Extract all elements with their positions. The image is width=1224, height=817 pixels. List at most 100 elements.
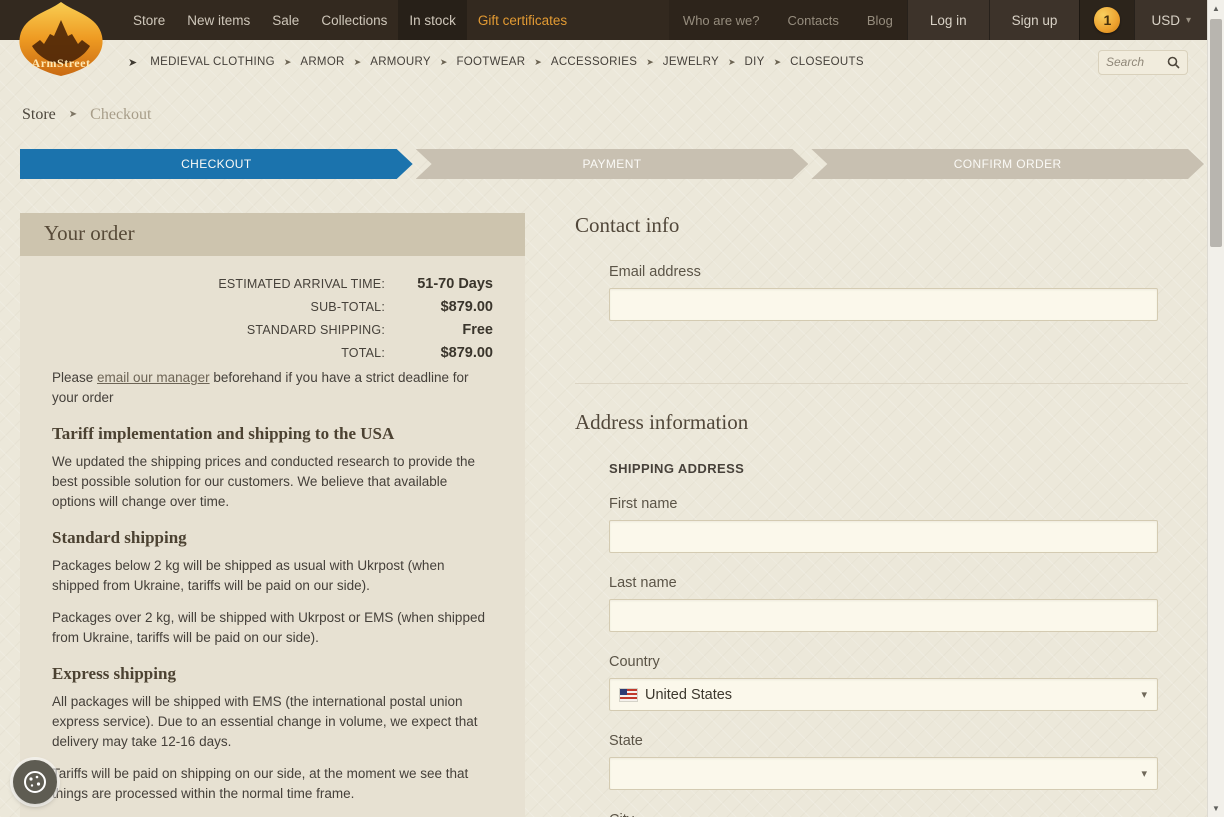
vertical-scrollbar: ▲ ▼	[1207, 0, 1224, 817]
nav-sale[interactable]: Sale	[261, 0, 310, 40]
cat-footwear[interactable]: FOOTWEAR	[452, 56, 529, 68]
checkout-form: Contact info Email address Address infor…	[575, 213, 1188, 817]
nav-in-stock[interactable]: In stock	[398, 0, 467, 40]
summary-value: 51-70 Days	[417, 276, 493, 292]
first-name-field-group: First name	[609, 496, 1158, 553]
nav-arrow-icon: ➤	[728, 56, 736, 67]
checkout-progress-steps: CHECKOUT PAYMENT CONFIRM ORDER	[20, 149, 1204, 179]
first-name-field[interactable]	[609, 520, 1158, 553]
us-flag-icon	[620, 688, 637, 701]
summary-value: Free	[462, 322, 493, 338]
first-name-label: First name	[609, 496, 678, 512]
city-field-group: City	[609, 812, 1158, 817]
nav-arrow-icon: ➤	[646, 56, 654, 67]
cart-count-badge: 1	[1094, 7, 1121, 33]
armstreet-flame-icon: ArmStreet	[19, 2, 103, 76]
tariff-section-heading: Tariff implementation and shipping to th…	[52, 424, 395, 443]
checkout-page: ArmStreet Store New items Sale Collectio…	[0, 0, 1224, 817]
country-field-group: Country United States ▾	[609, 654, 1158, 711]
address-info-title: Address information	[575, 410, 749, 434]
nav-arrow-icon: ➤	[534, 56, 542, 67]
email-label: Email address	[609, 264, 701, 280]
last-name-field[interactable]	[609, 599, 1158, 632]
order-panel-body: ESTIMATED ARRIVAL TIME: 51-70 Days SUB-T…	[20, 256, 525, 817]
email-field[interactable]	[609, 288, 1158, 321]
last-name-field-group: Last name	[609, 575, 1158, 632]
main-content: Your order ESTIMATED ARRIVAL TIME: 51-70…	[0, 179, 1224, 817]
scrollbar-thumb[interactable]	[1210, 19, 1222, 247]
contact-info-section: Contact info Email address	[575, 213, 1188, 384]
breadcrumb-store[interactable]: Store	[22, 106, 56, 123]
currency-selector[interactable]: USD ▾	[1134, 0, 1207, 40]
nav-blog[interactable]: Blog	[853, 0, 907, 40]
summary-label: ESTIMATED ARRIVAL TIME:	[218, 277, 385, 291]
breadcrumb: Store ➤ Checkout	[22, 106, 1224, 124]
state-field-group: State ▾	[609, 733, 1158, 790]
note-text: Please	[52, 370, 94, 385]
chevron-down-icon: ▾	[1141, 768, 1147, 780]
nav-arrow-icon: ➤	[128, 56, 138, 69]
category-nav: ➤ MEDIEVAL CLOTHING ➤ ARMOR ➤ ARMOURY ➤ …	[128, 42, 1188, 82]
scroll-up-button[interactable]: ▲	[1208, 0, 1224, 17]
tariff-paragraph: We updated the shipping prices and condu…	[52, 454, 476, 509]
cat-closeouts[interactable]: CLOSEOUTS	[786, 56, 868, 68]
summary-row-subtotal: SUB-TOTAL: $879.00	[52, 299, 493, 315]
express-shipping-paragraph: Tariffs will be paid on shipping on our …	[52, 766, 469, 801]
nav-arrow-icon: ➤	[773, 56, 782, 67]
standard-shipping-paragraph: Packages over 2 kg, will be shipped with…	[52, 610, 485, 645]
currency-label: USD	[1151, 12, 1180, 28]
step-checkout[interactable]: CHECKOUT	[20, 149, 413, 179]
summary-row-total: TOTAL: $879.00	[52, 345, 493, 361]
top-nav: Store New items Sale Collections In stoc…	[122, 0, 578, 40]
email-manager-link[interactable]: email our manager	[97, 370, 210, 385]
nav-gift-certificates[interactable]: Gift certificates	[467, 0, 578, 40]
breadcrumb-current: Checkout	[90, 106, 152, 123]
summary-value: $879.00	[440, 299, 493, 315]
breadcrumb-arrow-icon: ➤	[68, 109, 78, 120]
step-confirm-order[interactable]: CONFIRM ORDER	[811, 149, 1204, 179]
contact-info-title: Contact info	[575, 213, 680, 237]
state-select[interactable]: ▾	[609, 757, 1158, 790]
search-input[interactable]	[1106, 55, 1164, 69]
cat-jewelry[interactable]: JEWELRY	[659, 56, 723, 68]
search-box	[1098, 49, 1188, 75]
country-value: United States	[645, 686, 733, 703]
standard-shipping-heading: Standard shipping	[52, 528, 187, 547]
cookie-settings-button[interactable]	[13, 760, 57, 804]
chevron-down-icon: ▾	[1141, 689, 1147, 701]
cat-medieval-clothing[interactable]: MEDIEVAL CLOTHING	[146, 56, 279, 68]
logo-text: ArmStreet	[32, 56, 91, 70]
summary-row-shipping: STANDARD SHIPPING: Free	[52, 322, 493, 338]
order-panel-title: Your order	[20, 213, 525, 256]
search-icon[interactable]	[1167, 56, 1180, 69]
summary-label: STANDARD SHIPPING:	[246, 323, 385, 337]
login-button[interactable]: Log in	[906, 0, 989, 40]
state-label: State	[609, 733, 643, 749]
country-select[interactable]: United States ▾	[609, 678, 1158, 711]
signup-button[interactable]: Sign up	[988, 0, 1080, 40]
summary-value: $879.00	[440, 345, 493, 361]
cat-diy[interactable]: DIY	[741, 56, 769, 68]
nav-arrow-icon: ➤	[353, 56, 362, 67]
summary-row-arrival: ESTIMATED ARRIVAL TIME: 51-70 Days	[52, 276, 493, 292]
nav-contacts[interactable]: Contacts	[774, 0, 853, 40]
step-payment[interactable]: PAYMENT	[416, 149, 809, 179]
cookie-icon	[24, 771, 46, 793]
nav-who-are-we[interactable]: Who are we?	[669, 0, 774, 40]
email-field-group: Email address	[609, 264, 1158, 321]
nav-collections[interactable]: Collections	[310, 0, 398, 40]
nav-new-items[interactable]: New items	[176, 0, 261, 40]
cart-button[interactable]: 1	[1079, 0, 1135, 40]
top-navigation-bar: ArmStreet Store New items Sale Collectio…	[0, 0, 1224, 76]
cat-accessories[interactable]: ACCESSORIES	[547, 56, 641, 68]
order-summary-panel: Your order ESTIMATED ARRIVAL TIME: 51-70…	[20, 213, 525, 817]
shipping-address-heading: SHIPPING ADDRESS	[609, 461, 745, 476]
cat-armoury[interactable]: ARMOURY	[366, 56, 435, 68]
cat-armor[interactable]: ARMOR	[296, 56, 348, 68]
nav-store[interactable]: Store	[122, 0, 176, 40]
city-label: City	[609, 812, 1158, 817]
scroll-down-button[interactable]: ▼	[1208, 800, 1224, 817]
deadline-note: Please email our manager beforehand if y…	[52, 368, 493, 408]
country-label: Country	[609, 654, 660, 670]
armstreet-logo[interactable]: ArmStreet	[8, 0, 114, 80]
